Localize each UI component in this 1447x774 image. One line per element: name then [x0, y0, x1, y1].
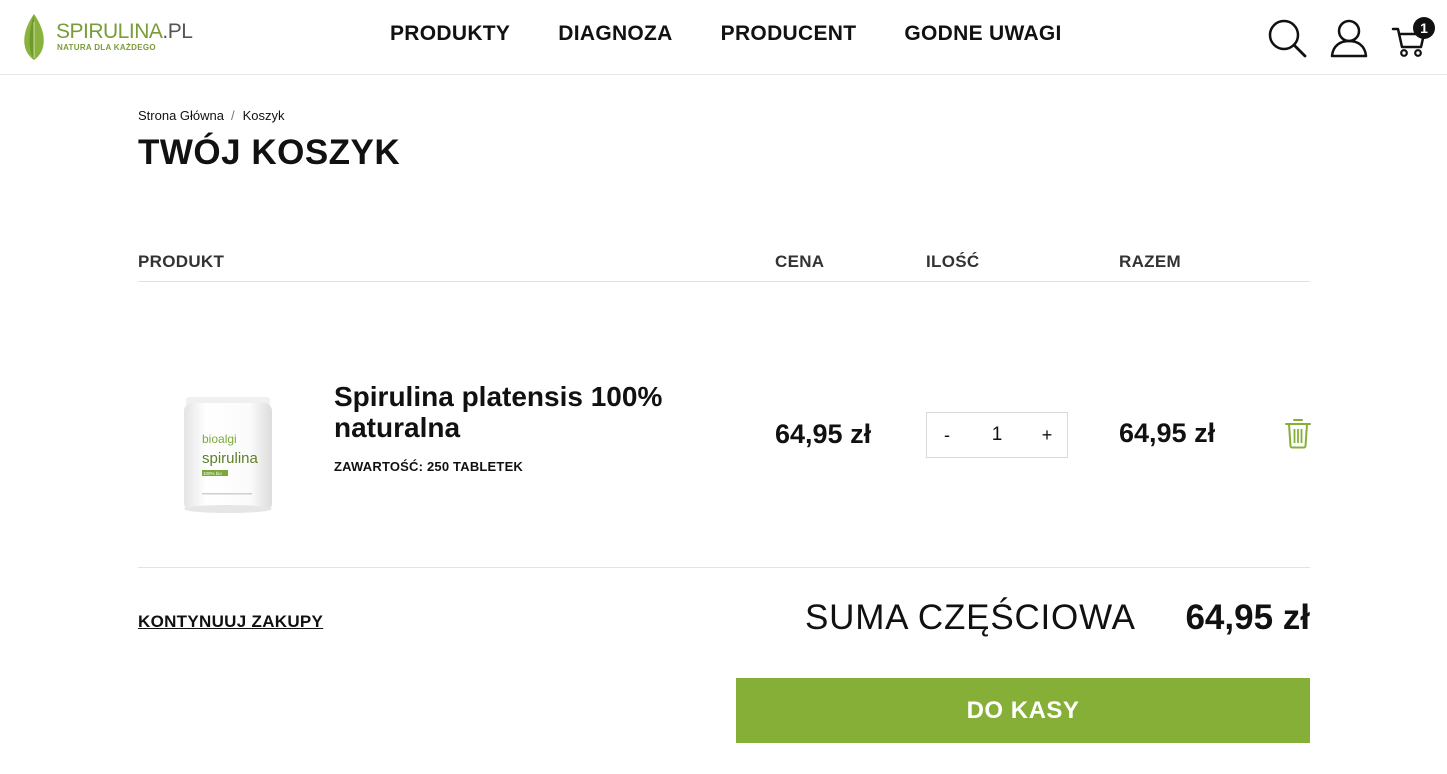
quantity-increase-button[interactable]: +	[1027, 413, 1067, 457]
main-nav: PRODUKTY DIAGNOZA PRODUCENT GODNE UWAGI	[390, 22, 1110, 46]
logo-text: SPIRULINA.PL	[56, 20, 193, 43]
quantity-input[interactable]	[967, 413, 1027, 457]
nav-item-produkty[interactable]: PRODUKTY	[390, 22, 510, 46]
column-header-product: PRODUKT	[138, 252, 225, 271]
product-variant: ZAWARTOŚĆ: 250 TABLETEK	[334, 459, 524, 474]
breadcrumb: Strona Główna / Koszyk	[138, 108, 285, 123]
svg-text:bioalgi: bioalgi	[202, 432, 237, 446]
continue-shopping-link[interactable]: KONTYNUUJ ZAKUPY	[138, 612, 323, 632]
table-divider	[138, 281, 1310, 282]
svg-text:spirulina: spirulina	[202, 450, 259, 467]
product-name[interactable]: Spirulina platensis 100% naturalna	[334, 381, 714, 443]
user-icon	[1330, 19, 1368, 58]
column-header-price: CENA	[775, 252, 825, 271]
account-button[interactable]	[1327, 16, 1371, 60]
leaf-icon	[24, 14, 44, 60]
quantity-decrease-button[interactable]: -	[927, 413, 967, 457]
nav-item-producent[interactable]: PRODUCENT	[721, 22, 857, 46]
page-title: TWÓJ KOSZYK	[138, 133, 401, 172]
quantity-stepper: - +	[926, 412, 1068, 458]
breadcrumb-separator: /	[231, 108, 235, 123]
product-price: 64,95 zł	[775, 419, 872, 449]
trash-icon[interactable]	[1284, 417, 1312, 449]
logo-tagline: NATURA DLA KAŻDEGO	[57, 43, 156, 52]
checkout-button[interactable]: DO KASY	[736, 678, 1310, 743]
table-divider	[138, 567, 1310, 568]
cart-count-badge: 1	[1413, 17, 1435, 39]
search-button[interactable]	[1265, 16, 1309, 60]
column-header-total: RAZEM	[1119, 252, 1181, 271]
subtotal-value: 64,95 zł	[1185, 598, 1310, 637]
row-total: 64,95 zł	[1119, 418, 1216, 448]
column-header-quantity: ILOŚĆ	[926, 252, 980, 271]
product-image[interactable]: bioalgi spirulina 100% bio	[176, 385, 280, 517]
site-logo[interactable]: SPIRULINA.PL NATURA DLA KAŻDEGO	[18, 12, 193, 62]
svg-text:100% bio: 100% bio	[203, 471, 222, 476]
cart-button[interactable]: 1	[1391, 16, 1435, 60]
breadcrumb-home[interactable]: Strona Główna	[138, 108, 224, 123]
site-header: SPIRULINA.PL NATURA DLA KAŻDEGO PRODUKTY…	[0, 0, 1447, 75]
search-icon	[1268, 19, 1307, 58]
breadcrumb-current: Koszyk	[242, 108, 285, 123]
subtotal-label: SUMA CZĘŚCIOWA	[805, 598, 1136, 637]
nav-item-godne-uwagi[interactable]: GODNE UWAGI	[904, 22, 1061, 46]
nav-item-diagnoza[interactable]: DIAGNOZA	[558, 22, 672, 46]
